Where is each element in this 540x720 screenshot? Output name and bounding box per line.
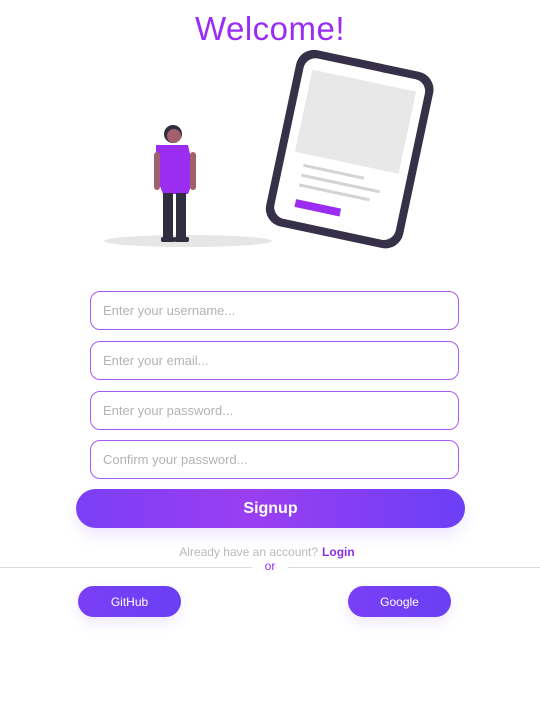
page-title: Welcome! bbox=[194, 10, 346, 47]
username-field[interactable] bbox=[90, 291, 459, 330]
confirm-password-input[interactable] bbox=[103, 452, 458, 467]
username-input[interactable] bbox=[103, 303, 458, 318]
phone-illustration bbox=[265, 49, 434, 249]
person-illustration bbox=[154, 125, 196, 242]
google-button[interactable]: Google bbox=[348, 586, 451, 617]
confirm-password-field[interactable] bbox=[90, 440, 459, 479]
welcome-illustration bbox=[104, 49, 434, 249]
email-field[interactable] bbox=[90, 341, 459, 380]
login-link[interactable]: Login bbox=[322, 545, 355, 559]
password-field[interactable] bbox=[90, 391, 459, 430]
divider-right bbox=[288, 567, 540, 568]
signup-button[interactable]: Signup bbox=[76, 489, 465, 528]
divider-or-label: or bbox=[264, 559, 276, 573]
login-prompt-text: Already have an account? bbox=[179, 545, 319, 559]
divider-left bbox=[0, 567, 252, 568]
github-button[interactable]: GitHub bbox=[78, 586, 181, 617]
password-input[interactable] bbox=[103, 403, 458, 418]
login-prompt: Already have an account? Login bbox=[0, 545, 534, 559]
email-input[interactable] bbox=[103, 353, 458, 368]
